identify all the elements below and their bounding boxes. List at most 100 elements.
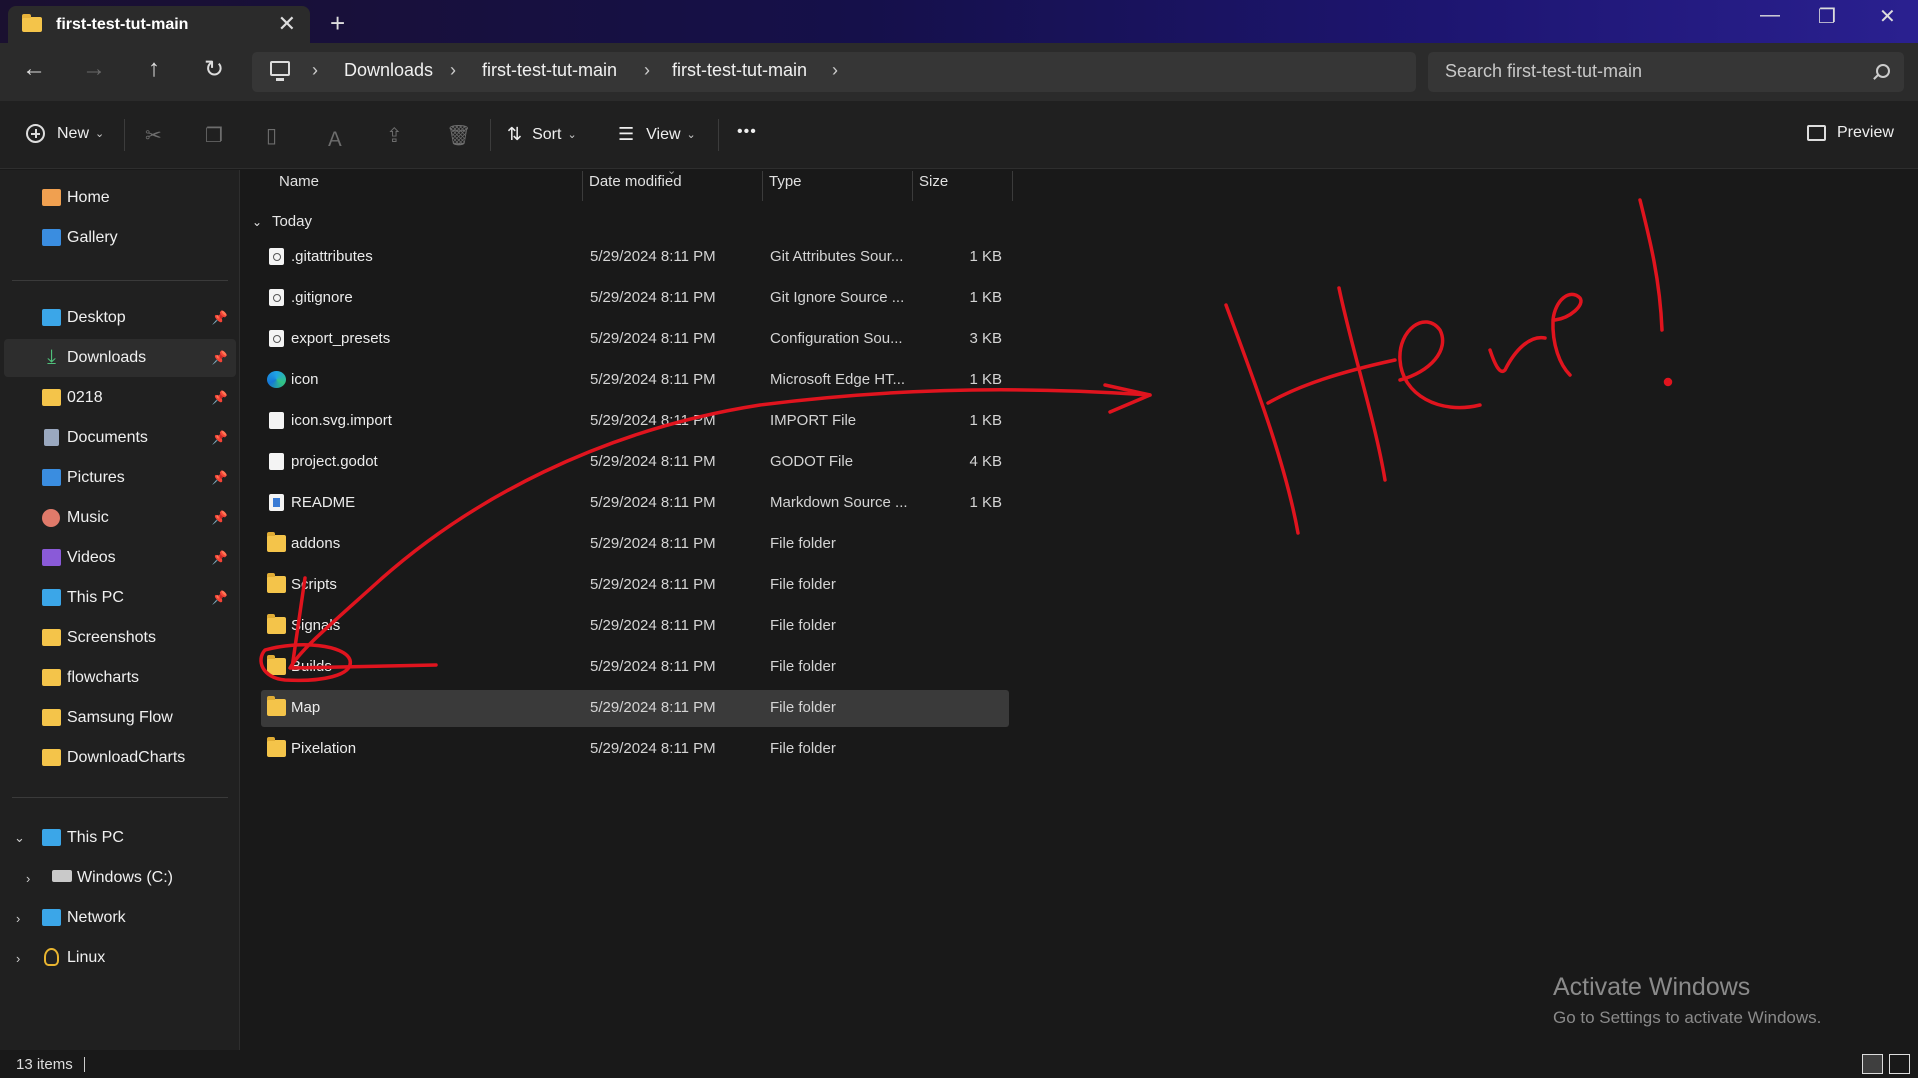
this-pc-icon[interactable]	[270, 61, 290, 81]
chevron-down-icon[interactable]: ⌄	[14, 830, 25, 846]
column-header-type[interactable]: Type	[769, 173, 802, 190]
file-row[interactable]: icon 5/29/2024 8:11 PM Microsoft Edge HT..…	[261, 362, 1009, 399]
pin-icon: 📌	[211, 390, 228, 405]
file-name: .gitignore	[291, 289, 353, 306]
sidebar-item-home[interactable]: Home	[4, 179, 236, 217]
tiles-view-button[interactable]	[1889, 1054, 1910, 1074]
view-label: View	[646, 125, 681, 143]
sidebar-item-desktop[interactable]: Desktop 📌	[4, 299, 236, 337]
search-input[interactable]: Search first-test-tut-main	[1428, 52, 1904, 92]
file-row[interactable]: Map 5/29/2024 8:11 PM File folder	[261, 690, 1009, 727]
search-icon[interactable]	[1876, 64, 1890, 78]
sidebar-item-windows-c[interactable]: › Windows (C:)	[4, 859, 236, 897]
group-label: Today	[271, 213, 312, 230]
sidebar-item-this-pc-pinned[interactable]: This PC 📌	[4, 579, 236, 617]
folder-icon	[42, 749, 61, 766]
chevron-right-icon[interactable]: ›	[26, 871, 30, 886]
sidebar-item-screenshots[interactable]: Screenshots	[4, 619, 236, 657]
file-date-modified: 5/29/2024 8:11 PM	[590, 453, 716, 470]
file-name: project.godot	[291, 453, 378, 470]
copy-icon[interactable]: ❐	[205, 123, 223, 148]
refresh-button[interactable]: ↻	[197, 55, 231, 84]
network-icon	[42, 909, 61, 926]
pin-icon: 📌	[211, 550, 228, 565]
column-divider[interactable]	[1012, 171, 1013, 201]
chevron-down-icon: ⌄	[95, 128, 105, 140]
sort-icon: ⇅	[507, 124, 523, 144]
file-row[interactable]: Signals 5/29/2024 8:11 PM File folder	[261, 608, 1009, 645]
file-row[interactable]: Scripts 5/29/2024 8:11 PM File folder	[261, 567, 1009, 604]
sidebar-item-downloadcharts[interactable]: DownloadCharts	[4, 739, 236, 777]
sort-button[interactable]: ⇅ Sort ⌄	[507, 124, 577, 145]
sidebar-item-downloads[interactable]: ⤓ Downloads 📌	[4, 339, 236, 377]
sidebar-item-documents[interactable]: Documents 📌	[4, 419, 236, 457]
file-row[interactable]: Pixelation 5/29/2024 8:11 PM File folder	[261, 731, 1009, 768]
details-view-button[interactable]	[1862, 1054, 1883, 1074]
cut-icon[interactable]: ✂	[145, 123, 162, 148]
close-tab-icon[interactable]: ✕	[278, 11, 296, 37]
sidebar-item-network[interactable]: › Network	[4, 899, 236, 937]
file-row[interactable]: project.godot 5/29/2024 8:11 PM GODOT File…	[261, 444, 1009, 481]
column-divider[interactable]	[762, 171, 763, 201]
view-button[interactable]: ☰ View ⌄	[618, 124, 696, 145]
file-date-modified: 5/29/2024 8:11 PM	[590, 617, 716, 634]
up-button[interactable]: ↑	[137, 55, 171, 83]
restore-button[interactable]: ❐	[1818, 4, 1836, 29]
chevron-right-icon[interactable]: ›	[312, 60, 318, 81]
close-window-button[interactable]: ✕	[1879, 4, 1896, 29]
file-row[interactable]: .gitattributes 5/29/2024 8:11 PM Git Attri…	[261, 239, 1009, 276]
new-button[interactable]: New ⌄	[26, 124, 104, 143]
more-options-button[interactable]: •••	[737, 123, 757, 141]
sidebar-item-linux[interactable]: › Linux	[4, 939, 236, 977]
file-row[interactable]: .gitignore 5/29/2024 8:11 PM Git Ignore So…	[261, 280, 1009, 317]
file-size: 1 KB	[969, 371, 1002, 388]
file-row[interactable]: icon.svg.import 5/29/2024 8:11 PM IMPORT F…	[261, 403, 1009, 440]
column-header-name[interactable]: Name	[279, 173, 319, 190]
sidebar-item-flowcharts[interactable]: flowcharts	[4, 659, 236, 697]
address-bar[interactable]: › Downloads › first-test-tut-main › firs…	[252, 52, 1416, 92]
column-header-size[interactable]: Size	[919, 173, 948, 190]
file-name: icon	[291, 371, 319, 388]
file-row[interactable]: Builds 5/29/2024 8:11 PM File folder	[261, 649, 1009, 686]
watermark-title: Activate Windows	[1553, 973, 1751, 1001]
preview-button[interactable]: Preview	[1807, 124, 1894, 142]
breadcrumb-first-test-tut-main[interactable]: first-test-tut-main	[482, 60, 617, 81]
file-size: 3 KB	[969, 330, 1002, 347]
preview-label: Preview	[1837, 124, 1894, 141]
share-icon[interactable]: ⇪	[386, 123, 403, 148]
sidebar-item-videos[interactable]: Videos 📌	[4, 539, 236, 577]
file-row[interactable]: export_presets 5/29/2024 8:11 PM Configura…	[261, 321, 1009, 358]
chevron-right-icon[interactable]: ›	[644, 60, 650, 81]
chevron-right-icon[interactable]: ›	[16, 911, 20, 926]
pin-icon: 📌	[211, 510, 228, 525]
delete-icon[interactable]: 🗑	[446, 123, 471, 148]
breadcrumb-downloads[interactable]: Downloads	[344, 60, 433, 81]
tab-title: first-test-tut-main	[56, 15, 189, 33]
group-header-today[interactable]: ⌄ Today	[252, 213, 312, 230]
sidebar-item-pictures[interactable]: Pictures 📌	[4, 459, 236, 497]
desktop-icon	[42, 309, 61, 326]
paste-icon[interactable]: ▯	[266, 123, 277, 148]
rename-icon[interactable]: Ａ	[325, 123, 345, 152]
chevron-right-icon[interactable]: ›	[16, 951, 20, 966]
chevron-right-icon[interactable]: ›	[450, 60, 456, 81]
sidebar-item-music[interactable]: Music 📌	[4, 499, 236, 537]
file-row[interactable]: addons 5/29/2024 8:11 PM File folder	[261, 526, 1009, 563]
chevron-right-icon[interactable]: ›	[832, 60, 838, 81]
sidebar-item-gallery[interactable]: Gallery	[4, 219, 236, 257]
sidebar-item-this-pc[interactable]: ⌄ This PC	[4, 819, 236, 857]
sidebar-item-0218[interactable]: 0218 📌	[4, 379, 236, 417]
gallery-icon	[42, 229, 61, 246]
new-tab-button[interactable]: +	[330, 8, 345, 39]
forward-button[interactable]: →	[77, 55, 111, 83]
back-button[interactable]: ←	[17, 55, 51, 83]
sidebar-item-samsung-flow[interactable]: Samsung Flow	[4, 699, 236, 737]
minimize-button[interactable]: —	[1760, 4, 1780, 27]
folder-icon	[267, 655, 286, 675]
file-row[interactable]: README 5/29/2024 8:11 PM Markdown Source .…	[261, 485, 1009, 522]
column-divider[interactable]	[912, 171, 913, 201]
column-divider[interactable]	[582, 171, 583, 201]
breadcrumb-first-test-tut-main-current[interactable]: first-test-tut-main	[672, 60, 807, 81]
active-tab[interactable]: first-test-tut-main ✕	[8, 6, 310, 43]
file-date-modified: 5/29/2024 8:11 PM	[590, 330, 716, 347]
